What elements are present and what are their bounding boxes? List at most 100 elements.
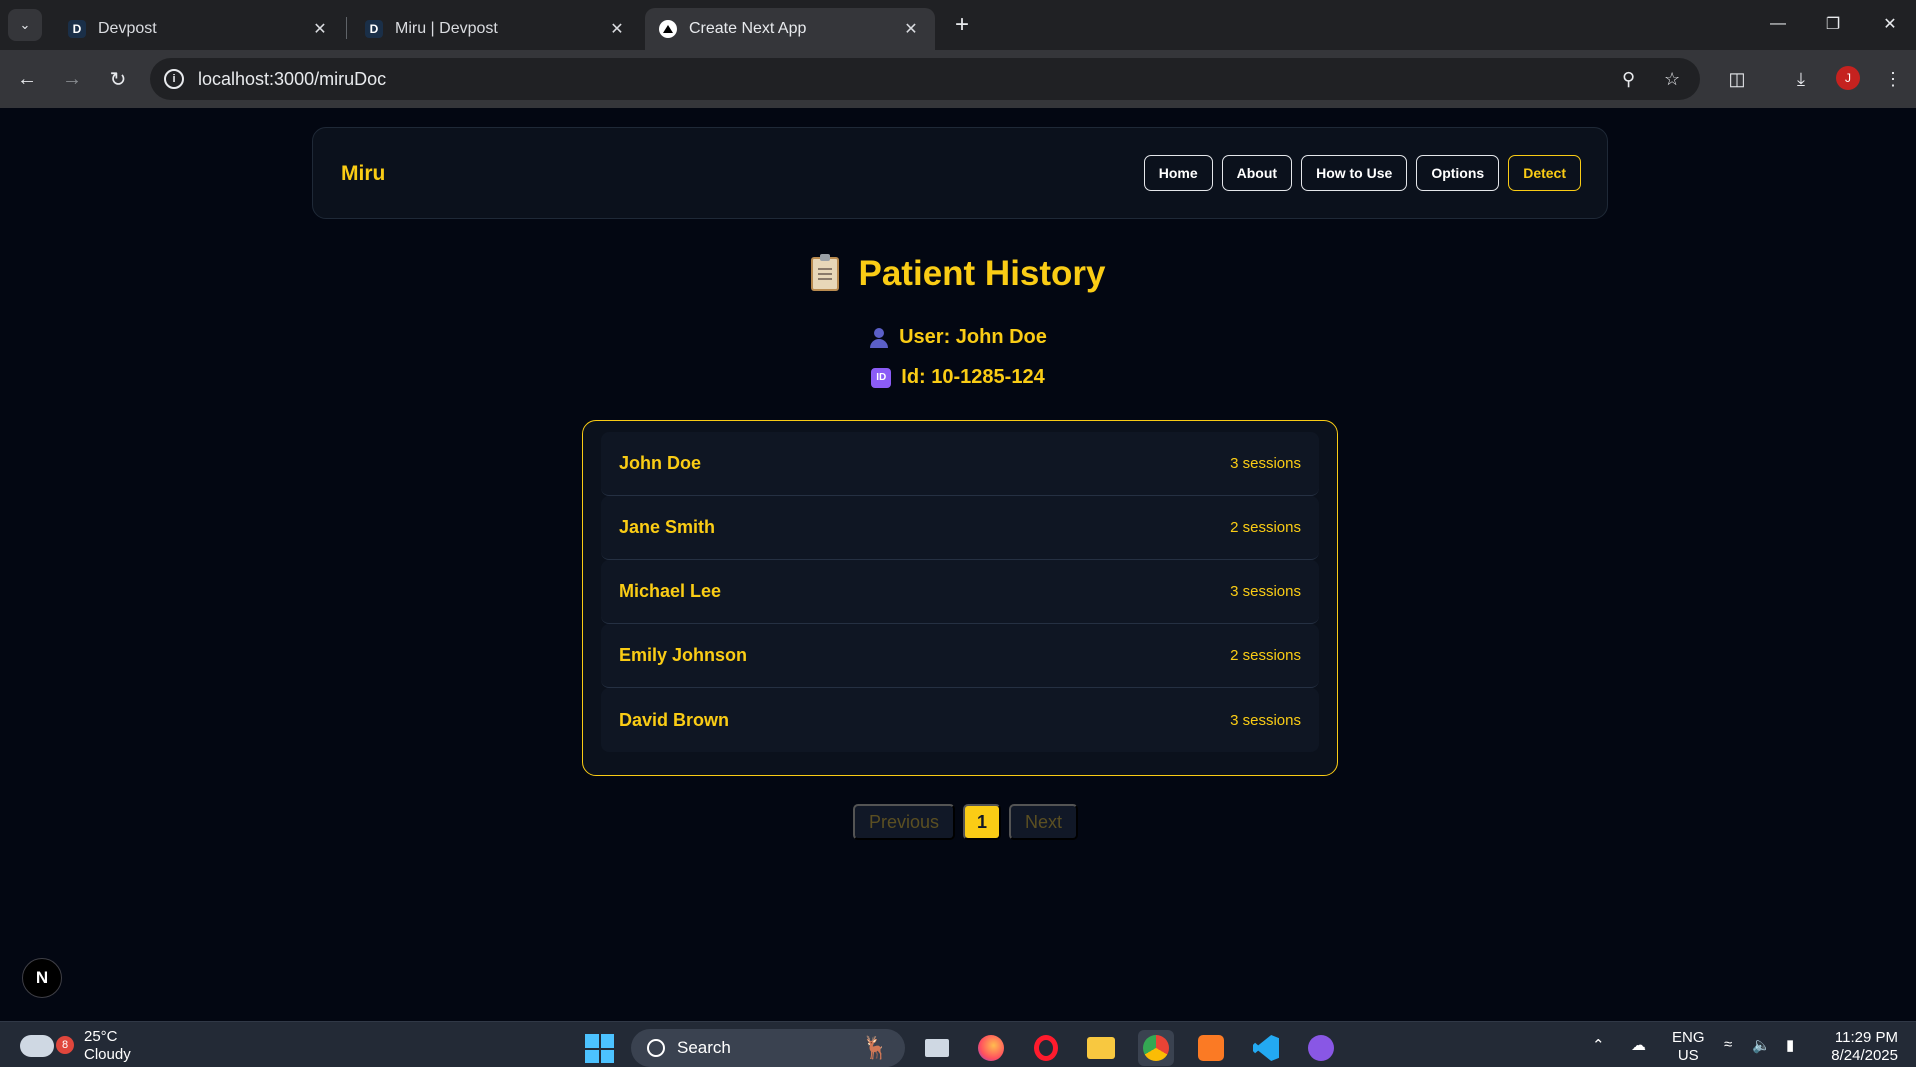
taskbar-search-label: Search — [677, 1038, 731, 1057]
user-name-text: User: John Doe — [899, 326, 1047, 348]
page-content: Miru Home About How to Use Options Detec… — [0, 108, 1916, 1021]
tab-title: Devpost — [98, 20, 157, 37]
tab-miru-devpost[interactable]: D Miru | Devpost ✕ — [351, 8, 641, 50]
file-explorer-icon[interactable] — [1083, 1030, 1119, 1066]
cloud-icon — [20, 1035, 54, 1057]
restore-icon[interactable]: ❐ — [1810, 6, 1856, 42]
temperature: 25°C — [84, 1028, 118, 1045]
devpost-favicon-icon: D — [365, 20, 383, 38]
xampp-icon[interactable] — [1193, 1030, 1229, 1066]
previous-page-button[interactable]: Previous — [853, 804, 956, 840]
user-id-text: Id: 10-1285-124 — [901, 366, 1045, 388]
onedrive-icon[interactable]: ☁ — [1631, 1036, 1646, 1054]
github-desktop-icon[interactable] — [1303, 1030, 1339, 1066]
tab-search-dropdown-icon[interactable]: ⌄ — [8, 9, 42, 41]
close-tab-icon[interactable]: ✕ — [310, 19, 330, 39]
new-tab-icon[interactable]: + — [948, 11, 976, 39]
page-title-text: Patient History — [858, 254, 1106, 293]
browser-toolbar: ← → ↻ i localhost:3000/miruDoc ⚲ ☆ ◫ ⤓ ⋮ — [0, 50, 1916, 108]
minimize-icon[interactable]: — — [1755, 6, 1801, 42]
patient-list: John Doe 3 sessions Jane Smith 2 session… — [582, 420, 1338, 776]
patient-name: Michael Lee — [619, 581, 722, 601]
tab-separator — [346, 17, 347, 39]
search-icon — [647, 1039, 665, 1057]
battery-icon[interactable]: ▮ — [1786, 1036, 1794, 1054]
list-item[interactable]: David Brown 3 sessions — [601, 688, 1319, 752]
forward-icon[interactable]: → — [57, 64, 87, 94]
task-view-icon[interactable] — [919, 1030, 955, 1066]
user-silhouette-icon — [869, 327, 889, 348]
opera-icon[interactable] — [1028, 1030, 1064, 1066]
patient-name: Jane Smith — [619, 517, 716, 537]
id-line: ID Id: 10-1285-124 — [0, 366, 1916, 389]
nav-detect-button[interactable]: Detect — [1508, 155, 1581, 191]
user-line: User: John Doe — [0, 326, 1916, 349]
address-bar[interactable]: i localhost:3000/miruDoc ⚲ ☆ — [150, 58, 1700, 100]
language-code: ENG — [1672, 1029, 1705, 1046]
clock-time: 11:29 PM — [1834, 1029, 1898, 1046]
weather-widget[interactable]: 8 25°C Cloudy — [20, 1028, 131, 1064]
clock-date: 8/24/2025 — [1831, 1047, 1898, 1064]
browser-tab-bar: ⌄ D Devpost ✕ D Miru | Devpost ✕ Create … — [0, 0, 1916, 50]
download-icon[interactable]: ⤓ — [1786, 64, 1816, 94]
nav-about-button[interactable]: About — [1221, 155, 1293, 191]
patient-name: David Brown — [619, 709, 730, 730]
zoom-icon[interactable]: ⚲ — [1622, 58, 1635, 100]
list-item[interactable]: Jane Smith 2 sessions — [601, 496, 1319, 560]
tray-overflow-icon[interactable]: ⌃ — [1592, 1036, 1605, 1054]
list-item[interactable]: Michael Lee 3 sessions — [601, 560, 1319, 624]
os-taskbar: 8 25°C Cloudy Search 🦌 ⌃ ☁ ENG US ≈ 🔈 ▮ … — [0, 1021, 1916, 1067]
current-page-button[interactable]: 1 — [963, 804, 1002, 840]
volume-icon[interactable]: 🔈 — [1752, 1036, 1771, 1054]
extensions-icon[interactable]: ◫ — [1722, 64, 1752, 94]
id-badge-icon: ID — [871, 367, 892, 388]
nav-links: Home About How to Use Options Detect — [1143, 155, 1581, 191]
tab-devpost[interactable]: D Devpost ✕ — [54, 8, 344, 50]
system-clock[interactable]: 11:29 PM 8/24/2025 — [1831, 1029, 1898, 1065]
close-tab-icon[interactable]: ✕ — [901, 19, 921, 39]
language-indicator[interactable]: ENG US — [1672, 1029, 1705, 1065]
tab-title: Create Next App — [689, 20, 807, 37]
taskbar-search[interactable]: Search 🦌 — [631, 1029, 905, 1067]
pagination: Previous 1 Next — [853, 804, 1079, 840]
deer-highlight-icon: 🦌 — [861, 1035, 889, 1060]
patient-name: John Doe — [619, 453, 702, 473]
profile-avatar[interactable]: J — [1836, 66, 1860, 90]
close-window-icon[interactable]: ✕ — [1867, 6, 1913, 42]
session-count: 2 sessions — [1230, 519, 1301, 536]
vscode-icon[interactable] — [1248, 1030, 1284, 1066]
wifi-icon[interactable]: ≈ — [1724, 1036, 1732, 1053]
session-count: 2 sessions — [1230, 647, 1301, 664]
session-count: 3 sessions — [1230, 583, 1301, 600]
nav-home-button[interactable]: Home — [1143, 155, 1213, 191]
site-info-icon[interactable]: i — [164, 69, 184, 89]
app-navbar: Miru Home About How to Use Options Detec… — [312, 127, 1608, 219]
nav-how-to-use-button[interactable]: How to Use — [1301, 155, 1408, 191]
tab-create-next-app[interactable]: Create Next App ✕ — [645, 8, 935, 50]
devpost-favicon-icon: D — [68, 20, 86, 38]
session-count: 3 sessions — [1230, 455, 1301, 472]
weather-condition: Cloudy — [84, 1046, 131, 1063]
nextjs-devtools-icon[interactable]: N — [22, 958, 62, 998]
weather-badge: 8 — [56, 1036, 74, 1054]
nav-options-button[interactable]: Options — [1416, 155, 1500, 191]
back-icon[interactable]: ← — [12, 64, 42, 94]
firefox-icon[interactable] — [973, 1030, 1009, 1066]
clipboard-icon — [810, 254, 839, 291]
url-text[interactable]: localhost:3000/miruDoc — [198, 69, 386, 90]
close-tab-icon[interactable]: ✕ — [607, 19, 627, 39]
list-item[interactable]: John Doe 3 sessions — [601, 432, 1319, 496]
windows-start-icon[interactable] — [585, 1034, 614, 1063]
tab-title: Miru | Devpost — [395, 20, 498, 37]
list-item[interactable]: Emily Johnson 2 sessions — [601, 624, 1319, 688]
reload-icon[interactable]: ↻ — [103, 64, 133, 94]
region-code: US — [1677, 1047, 1699, 1064]
menu-kebab-icon[interactable]: ⋮ — [1878, 64, 1908, 94]
brand-logo[interactable]: Miru — [341, 162, 385, 186]
session-count: 3 sessions — [1230, 711, 1301, 729]
chrome-icon[interactable] — [1138, 1030, 1174, 1066]
next-triangle-icon — [659, 20, 677, 38]
page-title: Patient History — [0, 254, 1916, 294]
bookmark-star-icon[interactable]: ☆ — [1664, 58, 1680, 100]
next-page-button[interactable]: Next — [1009, 804, 1079, 840]
